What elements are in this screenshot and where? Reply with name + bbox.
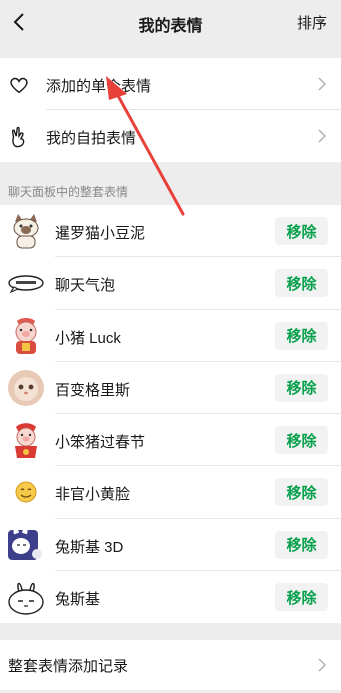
menu-item-label: 添加的单个表情 (46, 78, 152, 95)
chevron-right-icon (318, 77, 327, 91)
list-item[interactable]: 兔斯基 移除 (0, 571, 341, 623)
page-title: 我的表情 (138, 18, 203, 35)
menu-item-label: 我的自拍表情 (46, 130, 137, 147)
menu-item-pack-history[interactable]: 整套表情添加记录 (0, 640, 341, 690)
yellow-face-thumbnail (15, 481, 37, 503)
list-item[interactable]: 百变格里斯 移除 (0, 362, 341, 415)
chat-bubble-thumbnail (8, 275, 44, 294)
sort-button[interactable]: 排序 (297, 12, 327, 33)
hand-gesture-icon (11, 126, 25, 148)
pig-luck-thumbnail (15, 317, 37, 354)
chevron-right-icon (318, 129, 327, 143)
list-item[interactable]: 兔斯基 3D 移除 (0, 519, 341, 572)
pack-name: 聊天气泡 (55, 277, 116, 295)
pack-name: 兔斯基 3D (55, 538, 124, 556)
menu-item-label: 整套表情添加记录 (8, 658, 129, 675)
pack-name: 百变格里斯 (55, 381, 131, 399)
pack-name: 暹罗猫小豆泥 (55, 225, 146, 242)
list-item[interactable]: 聊天气泡 移除 (0, 257, 341, 310)
menu-item-single-stickers[interactable]: 添加的单个表情 (0, 58, 341, 110)
list-item[interactable]: 小笨猪过春节 移除 (0, 414, 341, 467)
pack-name: 小猪 Luck (55, 329, 121, 347)
top-menu-group: 添加的单个表情 我的自拍表情 (0, 58, 341, 162)
siamese-cat-thumbnail (13, 214, 39, 249)
heart-icon (10, 77, 28, 94)
pack-name: 非官小黄脸 (55, 486, 131, 504)
list-item[interactable]: 暹罗猫小豆泥 移除 (0, 205, 341, 258)
sticker-pack-list: 暹罗猫小豆泥 移除 聊天气泡 移除 小猪 Luck 移除 百变格里斯 移除 小笨… (0, 205, 341, 623)
section-header: 聊天面板中的整套表情 (8, 185, 129, 199)
tuzki-thumbnail (8, 582, 44, 615)
remove-button[interactable]: 移除 (275, 426, 328, 455)
pack-name: 兔斯基 (55, 591, 101, 609)
pig-spring-festival-thumbnail (15, 423, 37, 459)
remove-button[interactable]: 移除 (275, 269, 328, 298)
chevron-right-icon (318, 658, 327, 672)
list-item[interactable]: 非官小黄脸 移除 (0, 466, 341, 519)
remove-button[interactable]: 移除 (275, 478, 328, 507)
nav-bar: 我的表情 排序 (0, 0, 341, 44)
tuzki-3d-thumbnail (8, 527, 42, 560)
menu-item-selfie-stickers[interactable]: 我的自拍表情 (0, 110, 341, 162)
fluffy-cat-thumbnail (8, 369, 44, 406)
pack-name: 小笨猪过春节 (55, 434, 146, 452)
remove-button[interactable]: 移除 (275, 530, 328, 559)
remove-button[interactable]: 移除 (275, 217, 328, 245)
remove-button[interactable]: 移除 (275, 373, 328, 402)
list-item[interactable]: 小猪 Luck 移除 (0, 310, 341, 362)
remove-button[interactable]: 移除 (275, 583, 328, 612)
remove-button[interactable]: 移除 (275, 321, 328, 350)
